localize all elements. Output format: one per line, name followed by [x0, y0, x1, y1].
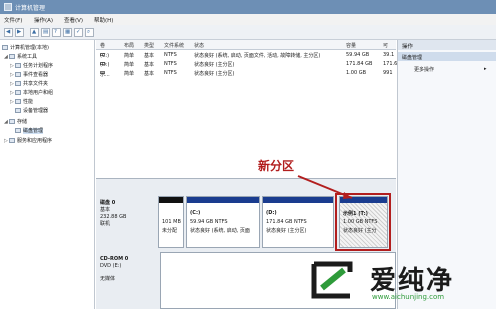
up-icon[interactable]: ▲ [30, 28, 39, 37]
computer-management-icon [4, 3, 12, 11]
watermark-brand: 爱纯净 [370, 266, 455, 296]
menu-help[interactable]: 帮助(H) [94, 16, 113, 24]
menu-action[interactable]: 操作(A) [34, 16, 53, 24]
forward-icon[interactable]: ▶ [15, 28, 24, 37]
watermark-logo-icon [311, 261, 353, 299]
actions-section-disk-management[interactable]: 磁盘管理 [398, 52, 496, 61]
volume-list-header: 卷 布局 类型 文件系统 状态 容量 可 [96, 40, 396, 50]
column-type[interactable]: 类型 [144, 42, 154, 49]
disk-type: 基本 [100, 207, 111, 213]
partition-bar [263, 197, 333, 203]
disk-icon[interactable]: ▦ [63, 28, 72, 37]
new-partition-callout: 新分区 [258, 159, 295, 173]
volume-row[interactable]: 示... 简单 基本 NTFS 状态良好 (主分区) 1.00 GB 991 [96, 69, 396, 78]
column-free[interactable]: 可 [383, 42, 388, 49]
tree-item-performance[interactable]: ▷ 性能 [10, 98, 33, 106]
clock-icon [15, 63, 21, 68]
toolbar: ◀ ▶ ▲ ▤ ? ▦ ✓ ⌕ [0, 25, 496, 40]
tree-item-device-manager[interactable]: 设备管理器 [10, 107, 48, 115]
column-volume[interactable]: 卷 [100, 42, 105, 49]
folder-icon [15, 81, 21, 86]
window-title: 计算机管理 [15, 5, 46, 12]
watermark: 爱纯净 www.aichunjing.com [300, 252, 496, 309]
volume-row[interactable]: (D:) 简单 基本 NTFS 状态良好 (主分区) 171.84 GB 171… [96, 60, 397, 68]
tools-icon [9, 54, 15, 59]
menu-file[interactable]: 文件(F) [4, 16, 22, 24]
chevron-right-icon[interactable]: ▸ [484, 66, 487, 72]
computer-icon [2, 45, 8, 50]
tree-item-services-apps[interactable]: ▷ 服务和应用程序 [4, 137, 52, 145]
tree-item-task-scheduler[interactable]: ▷ 任务计划程序 [10, 62, 53, 70]
actions-header: 操作 [398, 40, 496, 50]
tree-item-shared-folders[interactable]: ▷ 共享文件夹 [10, 80, 48, 88]
storage-icon [9, 119, 15, 124]
partition-bar [159, 197, 183, 203]
search-icon[interactable]: ⌕ [85, 28, 94, 37]
disk-size: 232.88 GB [100, 214, 127, 220]
column-status[interactable]: 状态 [194, 42, 204, 49]
partition-d[interactable]: (D:) 171.84 GB NTFS 状态良好 (主分区) [262, 196, 334, 248]
tree-item-system-tools[interactable]: ◢ 系统工具 [4, 53, 37, 61]
navigation-tree: 计算机管理(本地) ◢ 系统工具 ▷ 任务计划程序 ▷ 事件查看器 ▷ 共享文件夹 ▷ 本… [0, 40, 95, 309]
tree-item-local-users[interactable]: ▷ 本地用户和组 [10, 89, 53, 97]
event-log-icon [15, 72, 21, 77]
more-actions-link[interactable]: 更多操作 [414, 66, 434, 73]
volume-row[interactable]: (C:) 简单 基本 NTFS 状态良好 (系统, 启动, 页面文件, 活动, … [96, 51, 396, 59]
services-icon [9, 138, 15, 143]
menu-view[interactable]: 查看(V) [64, 16, 83, 24]
help-icon[interactable]: ? [52, 28, 61, 37]
cdrom-name: CD-ROM 0 [100, 256, 129, 262]
partition-bar [187, 197, 259, 203]
disk-management-icon [15, 128, 21, 133]
partition-c[interactable]: (C:) 59.94 GB NTFS 状态良好 (系统, 启动, 页面 [186, 196, 260, 248]
cdrom-0-label[interactable]: CD-ROM 0 DVD (E:) 无媒体 [100, 256, 156, 283]
device-manager-icon [15, 108, 21, 113]
disk-state: 联机 [100, 221, 111, 227]
menu-bar: 文件(F) 操作(A) 查看(V) 帮助(H) [0, 14, 496, 25]
title-bar: 计算机管理 [0, 0, 496, 14]
tree-item-storage[interactable]: ◢ 存储 [4, 118, 27, 126]
new-partition-highlight-box [335, 193, 391, 251]
column-layout[interactable]: 布局 [124, 42, 134, 49]
cdrom-state: 无媒体 [100, 276, 116, 282]
watermark-url: www.aichunjing.com [372, 293, 445, 301]
check-icon[interactable]: ✓ [74, 28, 83, 37]
column-filesystem[interactable]: 文件系统 [164, 42, 184, 49]
column-capacity[interactable]: 容量 [346, 42, 356, 49]
users-icon [15, 90, 21, 95]
partition-unallocated[interactable]: 101 MB 未分配 [158, 196, 184, 248]
performance-icon [15, 99, 21, 104]
tree-item-event-viewer[interactable]: ▷ 事件查看器 [10, 71, 48, 79]
tree-item-disk-management[interactable]: 磁盘管理 [10, 127, 44, 135]
back-icon[interactable]: ◀ [4, 28, 13, 37]
disk-0-label[interactable]: 磁盘 0 基本 232.88 GB 联机 [100, 200, 156, 228]
tree-item-computer-management[interactable]: 计算机管理(本地) [2, 44, 49, 52]
properties-icon[interactable]: ▤ [41, 28, 50, 37]
cdrom-type: DVD (E:) [100, 263, 122, 269]
disk-name: 磁盘 0 [100, 200, 116, 206]
